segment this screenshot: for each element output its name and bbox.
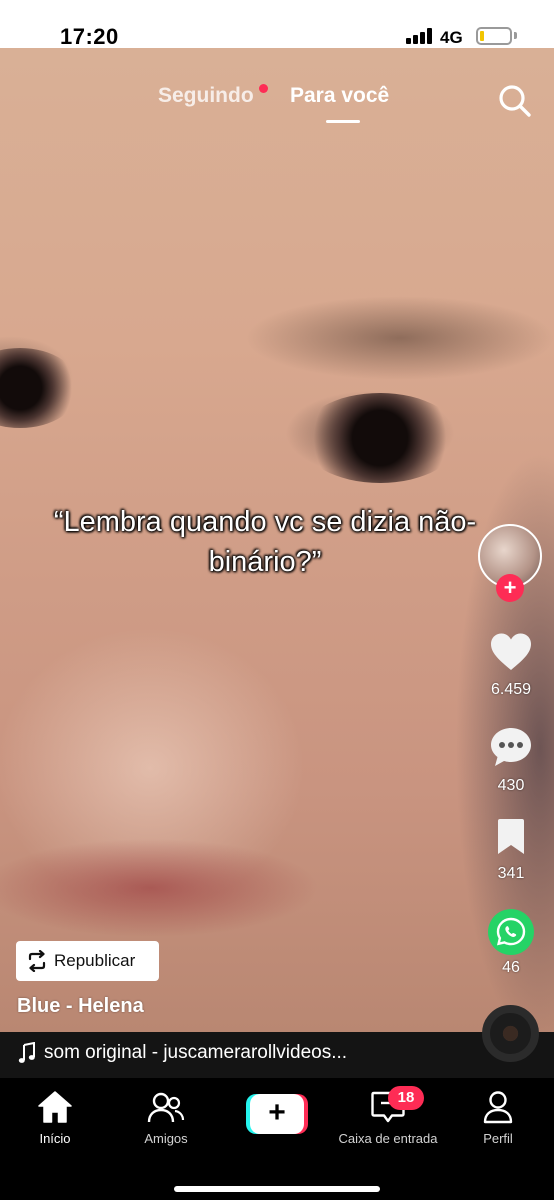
profile-icon [483, 1091, 513, 1124]
home-indicator [174, 1186, 380, 1192]
search-icon [499, 85, 531, 117]
sound-row[interactable]: som original - juscamerarollvideos... [0, 1032, 554, 1078]
plus-icon: + [250, 1094, 304, 1134]
create-button[interactable]: + [246, 1094, 308, 1134]
share-count: 46 [502, 959, 520, 976]
like-count: 6.459 [490, 681, 532, 698]
nav-inbox-label: Caixa de entrada [338, 1131, 438, 1146]
home-icon [38, 1091, 72, 1123]
friends-icon [147, 1092, 185, 1123]
nav-home[interactable]: Início [26, 1090, 84, 1146]
whatsapp-icon [488, 909, 534, 955]
like-button[interactable]: 6.459 [480, 632, 542, 699]
tab-following[interactable]: Seguindo [158, 84, 254, 108]
repost-label: Republicar [54, 951, 136, 970]
active-tab-indicator [326, 120, 360, 123]
nav-friends[interactable]: Amigos [134, 1090, 198, 1146]
battery-cap [514, 32, 517, 39]
nav-home-label: Início [39, 1131, 71, 1146]
music-note-icon [18, 1042, 35, 1063]
bookmark-icon [498, 819, 524, 854]
sound-name: som original - juscamerarollvideos... [44, 1042, 348, 1063]
search-button[interactable] [496, 82, 534, 120]
share-button[interactable]: 46 [480, 909, 542, 977]
video-eye-left [0, 348, 80, 428]
sound-disc[interactable] [482, 1005, 539, 1062]
heart-icon [491, 633, 531, 670]
comment-button[interactable]: 430 [480, 726, 542, 795]
following-notification-dot [259, 84, 268, 93]
creator-avatar-group[interactable]: + [478, 524, 544, 604]
tab-for-you[interactable]: Para você [290, 84, 389, 108]
status-bar: 17:20 4G [0, 0, 554, 49]
video-eye-right [300, 393, 460, 483]
feed-tabs: Seguindo Para você [0, 84, 554, 124]
signal-icon [406, 28, 434, 44]
network-type: 4G [440, 28, 463, 47]
repost-button[interactable]: Republicar [16, 941, 159, 981]
bookmark-button[interactable]: 341 [480, 818, 542, 883]
author-line[interactable]: Blue - Helena [17, 995, 144, 1018]
battery-icon [476, 27, 512, 45]
bottom-nav: Início Amigos + Caixa de entrada Perfil … [0, 1078, 554, 1200]
nav-profile[interactable]: Perfil [472, 1090, 524, 1146]
comment-icon [491, 728, 531, 766]
repost-icon [28, 950, 46, 972]
status-time: 17:20 [60, 24, 119, 49]
video-caption: “Lembra quando vc se dizia não-binário?” [53, 506, 477, 578]
nav-friends-label: Amigos [144, 1131, 188, 1146]
inbox-badge: 18 [388, 1086, 424, 1110]
nav-profile-label: Perfil [483, 1131, 513, 1146]
follow-button[interactable]: + [496, 574, 524, 602]
bookmark-count: 341 [497, 865, 525, 882]
comment-count: 430 [497, 777, 525, 794]
